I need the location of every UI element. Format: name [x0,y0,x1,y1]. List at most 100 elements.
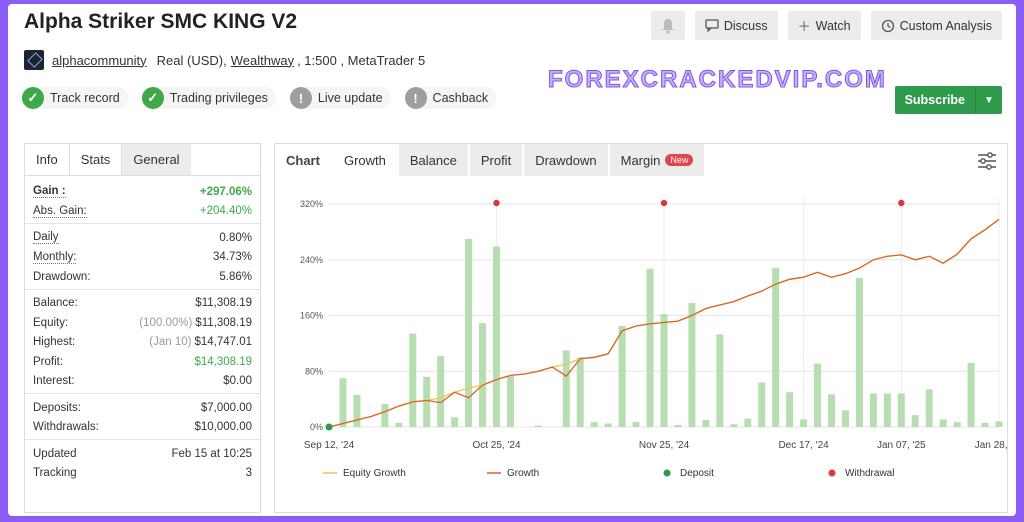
page-frame: Alpha Striker SMC KING V2 alphacommunity… [8,4,1016,516]
stat-label[interactable]: Abs. Gain: [33,205,87,218]
broker-link[interactable]: Wealthway [231,53,294,68]
stat-deposits: Deposits: $7,000.00 [25,398,260,418]
watch-button[interactable]: ＋ Watch [787,11,861,40]
divider [25,439,260,440]
subscribe-label: Subscribe [895,86,976,114]
growth-bar [730,424,738,427]
growth-bar [716,334,724,427]
tab-drawdown[interactable]: Drawdown [524,144,610,176]
x-tick-label: Oct 25, '24 [472,440,520,451]
notify-button[interactable] [650,11,685,40]
growth-bar [381,404,389,427]
stat-value: Feb 15 at 10:25 [171,447,252,460]
tab-general[interactable]: General [122,144,191,175]
watermark-text: FOREXCRACKEDVIP.COM [548,66,887,94]
growth-bar [479,323,487,427]
clock-icon [881,19,894,32]
stat-value: $14,308.19 [194,355,252,368]
tab-chart[interactable]: Chart [275,144,333,176]
growth-bar [646,268,654,427]
stat-monthly: Monthly: 34.73% [25,248,260,268]
y-tick-label: 80% [305,366,323,376]
check-icon: ✓ [22,87,44,109]
tab-stats[interactable]: Stats [68,144,123,175]
badge-cashback[interactable]: ! Cashback [404,87,497,109]
legend-equity-growth: Equity Growth [343,468,406,479]
stat-daily: Daily 0.80% [25,228,260,248]
growth-bar [744,418,752,427]
discuss-label: Discuss [723,18,768,33]
y-axis-ticks: 320% 240% 160% 80% 0% [300,199,323,432]
sliders-icon[interactable] [977,152,997,170]
badge-label: Cashback [432,91,489,105]
legend-deposit-swatch [663,469,671,477]
plus-icon: ＋ [797,19,811,34]
verification-badges: ✓ Track record ✓ Trading privileges ! Li… [22,87,510,109]
tab-growth[interactable]: Growth [332,144,399,176]
chevron-down-icon[interactable]: ▼ [976,86,1002,114]
withdrawal-marker [898,199,905,207]
x-axis-ticks: Sep 12, '24 Oct 25, '24 Nov 25, '24 Dec 17,… [304,440,1007,451]
legend-growth: Growth [507,468,539,479]
chart-tabs: Chart Growth Balance Profit Drawdown Mar… [275,144,1007,176]
avatar[interactable] [24,50,44,70]
tab-margin[interactable]: Margin New [609,144,707,176]
stat-value: +204.40% [199,205,252,218]
badge-track-record[interactable]: ✓ Track record [22,87,128,109]
stat-value: 3 [245,467,252,480]
tab-margin-label: Margin [620,152,661,168]
stat-label[interactable]: Gain : [33,185,66,199]
growth-bar [493,246,500,427]
subscribe-button[interactable]: Subscribe ▼ [894,86,1002,114]
stat-value: 34.73% [212,251,252,264]
stat-label[interactable]: Daily [33,231,59,245]
discuss-button[interactable]: Discuss [694,11,778,40]
legend-withdrawal: Withdrawal [845,468,894,479]
divider [25,288,260,290]
y-tick-label: 240% [300,255,323,265]
x-tick-label: Sep 12, '24 [304,440,355,451]
growth-bar [828,394,835,427]
x-tick-label: Jan 07, '25 [877,440,926,451]
stat-value: 0.80% [219,231,252,244]
growth-chart: 320% 240% 160% 80% 0% Sep 12, '24 Oct 25, '24… [300,198,1007,479]
growth-bar [451,417,459,427]
stat-subvalue: (Jan 10) [149,336,192,349]
chat-icon [705,19,719,32]
owner-link[interactable]: alphacommunity [52,53,147,68]
tab-info[interactable]: Info [25,144,69,175]
badge-live-update[interactable]: ! Live update [289,87,391,109]
exclamation-icon: ! [289,87,312,109]
growth-bar [590,422,598,427]
growth-bar [409,333,417,427]
badge-trading-privileges[interactable]: ✓ Trading privileges [141,87,276,109]
stat-updated: Updated Feb 15 at 10:25 [25,444,260,464]
x-tick-label: Jan 28, '25 [975,440,1007,451]
stat-label[interactable]: Monthly: [33,251,77,264]
custom-analysis-button[interactable]: Custom Analysis [870,11,1002,40]
watch-label: Watch [815,18,851,33]
stat-profit: Profit: $14,308.19 [25,352,260,372]
growth-bar [506,376,514,427]
tab-balance[interactable]: Balance [398,144,470,176]
divider [25,393,260,394]
stat-label: Profit: [33,355,64,368]
exclamation-icon: ! [404,87,427,109]
growth-bar [604,423,612,427]
chart-panel: Chart Growth Balance Profit Drawdown Mar… [274,143,1008,513]
account-type: Real (USD), [156,52,227,68]
legend-withdrawal-swatch [828,469,836,477]
growth-bar [981,422,989,427]
chart-bars [339,238,1003,427]
withdrawal-marker [493,199,500,207]
tab-profit[interactable]: Profit [469,144,525,176]
growth-bar [674,424,682,427]
growth-bar [562,350,570,427]
growth-bar [339,378,347,427]
page-title: Alpha Striker SMC KING V2 [24,10,298,33]
stat-balance: Balance: $11,308.19 [25,294,260,314]
y-tick-label: 320% [300,199,323,209]
withdrawal-marker [660,199,668,207]
x-tick-label: Nov 25, '24 [639,440,690,451]
stats-panel: Info Stats General Gain : +297.06% Abs. … [24,143,261,513]
